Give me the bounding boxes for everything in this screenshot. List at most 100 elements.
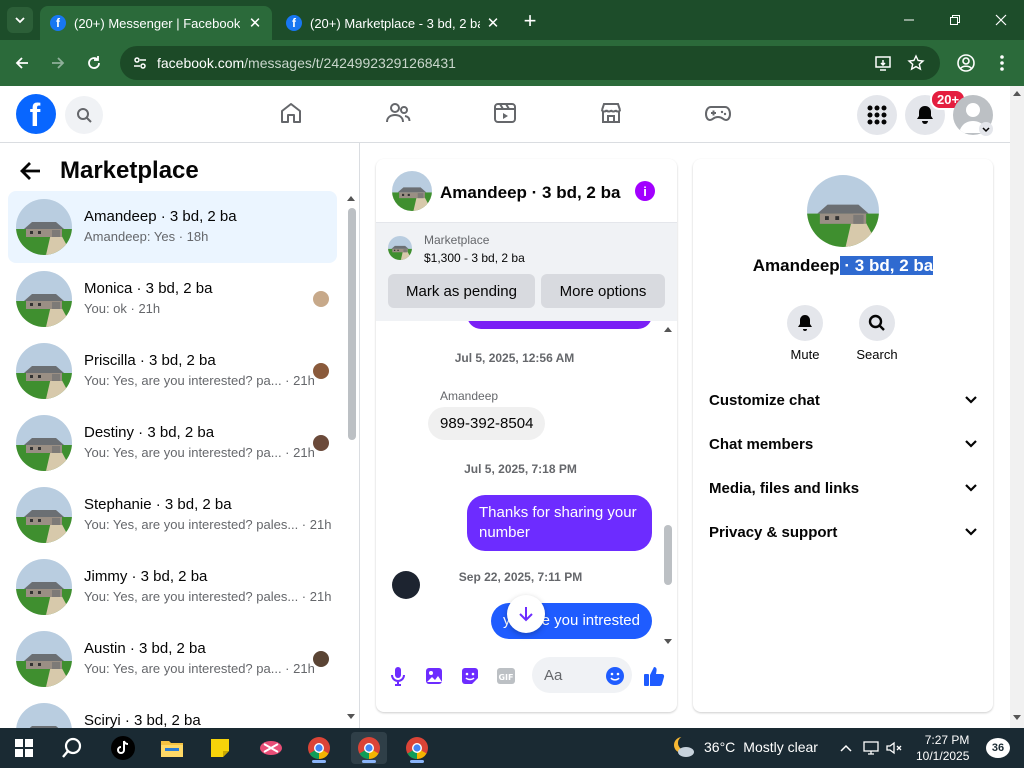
minimize-button[interactable] xyxy=(886,0,932,40)
reload-button[interactable] xyxy=(81,50,107,76)
taskbar-file-explorer[interactable] xyxy=(154,732,190,764)
taskbar-chrome-1[interactable] xyxy=(301,732,337,764)
chrome-icon xyxy=(358,737,380,759)
page-scrollbar[interactable] xyxy=(1010,86,1024,728)
conversation-item[interactable]: Monica · 3 bd, 2 ba You: ok · 21h xyxy=(8,263,337,335)
conversation-item[interactable]: Amandeep · 3 bd, 2 ba Amandeep: Yes · 18h xyxy=(8,191,337,263)
bookmark-star-icon[interactable] xyxy=(907,54,925,72)
chat-title[interactable]: Amandeep · 3 bd, 2 ba xyxy=(440,183,620,203)
menu-button[interactable] xyxy=(857,95,897,135)
facebook-search-button[interactable] xyxy=(65,96,103,134)
conversation-item[interactable]: Jimmy · 3 bd, 2 ba You: Yes, are you inte… xyxy=(8,551,337,623)
taskbar-sticky-notes[interactable] xyxy=(202,732,238,764)
scroll-down-icon[interactable] xyxy=(347,714,355,720)
nav-home[interactable] xyxy=(276,98,306,128)
install-app-icon[interactable] xyxy=(874,54,892,72)
message-bubble-outgoing xyxy=(467,321,652,329)
close-tab-icon[interactable]: ✕ xyxy=(246,14,264,32)
conversation-preview: You: ok · 21h xyxy=(84,301,161,316)
search-in-conversation-button[interactable]: Search xyxy=(847,305,907,362)
scrollbar-thumb[interactable] xyxy=(664,525,672,585)
more-options-button[interactable]: More options xyxy=(541,274,665,308)
friends-icon xyxy=(386,103,411,123)
nav-video[interactable] xyxy=(490,98,520,128)
taskbar-snipping-tool[interactable] xyxy=(253,732,289,764)
voice-clip-button[interactable] xyxy=(386,664,410,688)
scroll-up-icon[interactable] xyxy=(664,326,672,332)
jump-to-latest-button[interactable] xyxy=(507,595,545,633)
conversation-item[interactable]: Priscilla · 3 bd, 2 ba You: Yes, are you … xyxy=(8,335,337,407)
mark-as-pending-button[interactable]: Mark as pending xyxy=(388,274,535,308)
close-window-button[interactable] xyxy=(978,0,1024,40)
taskbar-chrome-3[interactable] xyxy=(399,732,435,764)
scroll-down-icon[interactable] xyxy=(1013,715,1021,721)
close-tab-icon[interactable]: ✕ xyxy=(484,14,502,32)
forward-button[interactable] xyxy=(45,50,71,76)
scroll-up-icon[interactable] xyxy=(347,195,355,201)
facebook-logo[interactable]: f xyxy=(16,94,56,134)
notification-center-badge[interactable]: 36 xyxy=(986,738,1010,758)
tab-search-button[interactable] xyxy=(7,7,33,33)
chevron-down-icon xyxy=(965,484,977,492)
back-button[interactable] xyxy=(9,50,35,76)
marketplace-label: Marketplace xyxy=(424,233,490,247)
clock-date: 10/1/2025 xyxy=(916,749,970,763)
show-hidden-icons-button[interactable] xyxy=(836,737,856,759)
tab-messenger[interactable]: f (20+) Messenger | Facebook ✕ xyxy=(40,6,272,40)
network-button[interactable] xyxy=(861,737,881,759)
scrollbar-thumb[interactable] xyxy=(348,208,356,440)
weather-widget[interactable]: 36°C Mostly clear xyxy=(672,736,818,758)
grid-menu-icon xyxy=(867,105,887,125)
conversation-preview: You: Yes, are you interested? pa... · 21… xyxy=(84,445,315,460)
nav-marketplace[interactable] xyxy=(596,98,626,128)
account-caret-icon[interactable] xyxy=(979,122,993,136)
mute-button[interactable]: Mute xyxy=(775,305,835,362)
chat-listing-photo[interactable] xyxy=(392,171,432,211)
name-selected-text: · 3 bd, 2 ba xyxy=(839,256,934,275)
info-section-row[interactable]: Media, files and links xyxy=(709,473,977,503)
conversation-item[interactable]: Sciryi · 3 bd, 2 ba xyxy=(8,695,337,728)
system-clock[interactable]: 7:27 PM 10/1/2025 xyxy=(916,732,969,764)
search-label: Search xyxy=(856,347,898,362)
thread-scrollbar[interactable] xyxy=(662,323,674,651)
info-section-row[interactable]: Customize chat xyxy=(709,385,977,415)
info-section-row[interactable]: Privacy & support xyxy=(709,517,977,547)
chrome-menu-button[interactable] xyxy=(989,50,1015,76)
participant-avatar xyxy=(313,651,329,667)
volume-button[interactable] xyxy=(884,737,904,759)
list-scrollbar[interactable] xyxy=(346,195,356,720)
listing-photo[interactable] xyxy=(807,175,879,247)
moon-cloud-icon xyxy=(674,736,694,757)
message-timestamp: Sep 22, 2025, 7:11 PM xyxy=(458,570,583,584)
scroll-up-icon[interactable] xyxy=(1013,90,1021,96)
conversation-item[interactable]: Stephanie · 3 bd, 2 ba You: Yes, are you … xyxy=(8,479,337,551)
conversation-name: Monica · 3 bd, 2 ba xyxy=(84,280,213,297)
conversation-item[interactable]: Austin · 3 bd, 2 ba You: Yes, are you int… xyxy=(8,623,337,695)
taskbar-search-button[interactable] xyxy=(54,732,90,764)
scroll-down-icon[interactable] xyxy=(664,639,672,645)
nav-friends[interactable] xyxy=(383,98,413,128)
sticker-button[interactable] xyxy=(458,664,482,688)
emoji-button[interactable] xyxy=(603,664,627,688)
page-title: Marketplace xyxy=(60,157,199,184)
like-button[interactable] xyxy=(642,664,666,688)
conversation-item[interactable]: Destiny · 3 bd, 2 ba You: Yes, are you in… xyxy=(8,407,337,479)
network-icon xyxy=(863,741,879,755)
back-arrow-icon[interactable] xyxy=(20,161,42,181)
address-bar[interactable]: facebook.com/messages/t/2424992329126843… xyxy=(120,46,940,80)
info-section-row[interactable]: Chat members xyxy=(709,429,977,459)
listing-thumbnail[interactable] xyxy=(388,236,412,260)
site-info-icon[interactable] xyxy=(132,55,148,71)
attach-photo-button[interactable] xyxy=(422,664,446,688)
profile-button[interactable] xyxy=(953,50,979,76)
start-button[interactable] xyxy=(6,732,42,764)
gif-button[interactable]: GIF xyxy=(494,664,518,688)
taskbar-tiktok[interactable] xyxy=(105,732,141,764)
new-tab-button[interactable]: + xyxy=(518,8,542,33)
tab-marketplace[interactable]: f (20+) Marketplace - 3 bd, 2 ba | ✕ xyxy=(276,6,510,40)
taskbar-chrome-2[interactable] xyxy=(351,732,387,764)
restore-button[interactable] xyxy=(932,0,978,40)
nav-gaming[interactable] xyxy=(703,98,733,128)
info-icon[interactable]: i xyxy=(635,181,655,201)
listing-price[interactable]: $1,300 - 3 bd, 2 ba xyxy=(424,251,525,265)
